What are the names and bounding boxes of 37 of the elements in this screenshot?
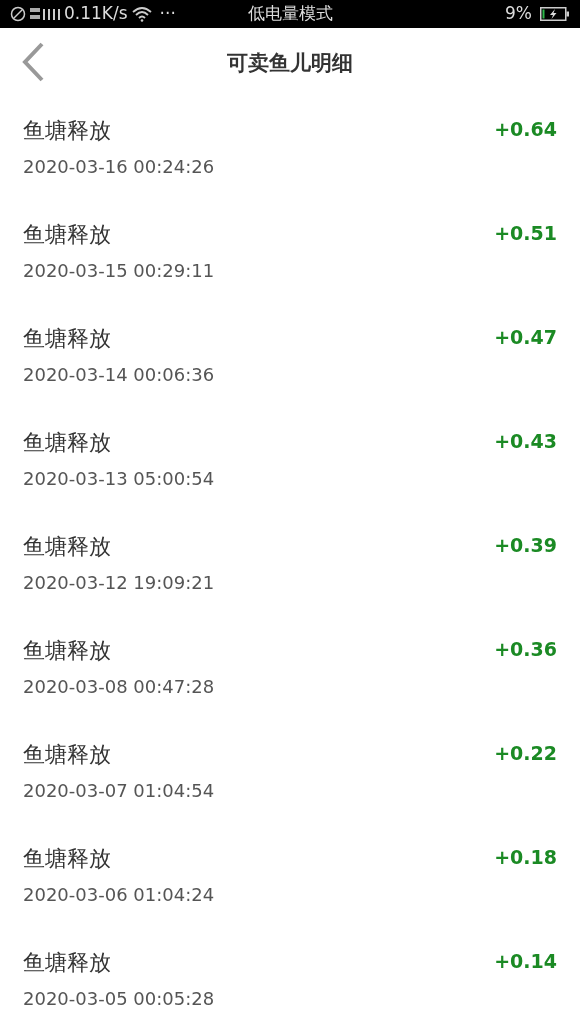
record-time: 2020-03-08 00:47:28 bbox=[23, 678, 215, 696]
record-amount: +0.43 bbox=[494, 432, 557, 451]
record-label: 鱼塘释放 bbox=[23, 432, 111, 454]
record-time: 2020-03-13 05:00:54 bbox=[23, 470, 215, 488]
record-time: 2020-03-06 01:04:24 bbox=[23, 886, 215, 904]
wifi-icon bbox=[131, 6, 152, 22]
more-indicator: ··· bbox=[159, 2, 176, 26]
record-time: 2020-03-05 00:05:28 bbox=[23, 990, 215, 1008]
record-label: 鱼塘释放 bbox=[23, 328, 111, 350]
record-label: 鱼塘释放 bbox=[23, 536, 111, 558]
battery-percent: 9% bbox=[505, 2, 532, 26]
record-amount: +0.14 bbox=[494, 952, 557, 971]
page-title: 可卖鱼儿明细 bbox=[227, 50, 353, 78]
record-time: 2020-03-14 00:06:36 bbox=[23, 366, 215, 384]
record-time: 2020-03-12 19:09:21 bbox=[23, 574, 215, 592]
record-time: 2020-03-07 01:04:54 bbox=[23, 782, 215, 800]
record-amount: +0.39 bbox=[494, 536, 557, 555]
record-label: 鱼塘释放 bbox=[23, 640, 111, 662]
record-label: 鱼塘释放 bbox=[23, 848, 111, 870]
network-speed: 0.11K/s bbox=[64, 2, 128, 26]
record-amount: +0.22 bbox=[494, 744, 557, 763]
record-amount: +0.47 bbox=[494, 328, 557, 347]
record-amount: +0.18 bbox=[494, 848, 557, 867]
record-time: 2020-03-15 00:29:11 bbox=[23, 262, 215, 280]
record-label: 鱼塘释放 bbox=[23, 120, 111, 142]
battery-icon bbox=[540, 6, 570, 22]
record-label: 鱼塘释放 bbox=[23, 224, 111, 246]
record-time: 2020-03-16 00:24:26 bbox=[23, 158, 215, 176]
status-mode: 低电量模式 bbox=[247, 3, 333, 24]
record-amount: +0.51 bbox=[494, 224, 557, 243]
signal-icon bbox=[30, 6, 60, 22]
record-label: 鱼塘释放 bbox=[23, 952, 111, 974]
record-label: 鱼塘释放 bbox=[23, 744, 111, 766]
record-amount: +0.64 bbox=[494, 120, 557, 139]
record-amount: +0.36 bbox=[494, 640, 557, 659]
do-not-disturb-icon bbox=[10, 6, 26, 22]
back-button[interactable] bbox=[20, 42, 46, 82]
